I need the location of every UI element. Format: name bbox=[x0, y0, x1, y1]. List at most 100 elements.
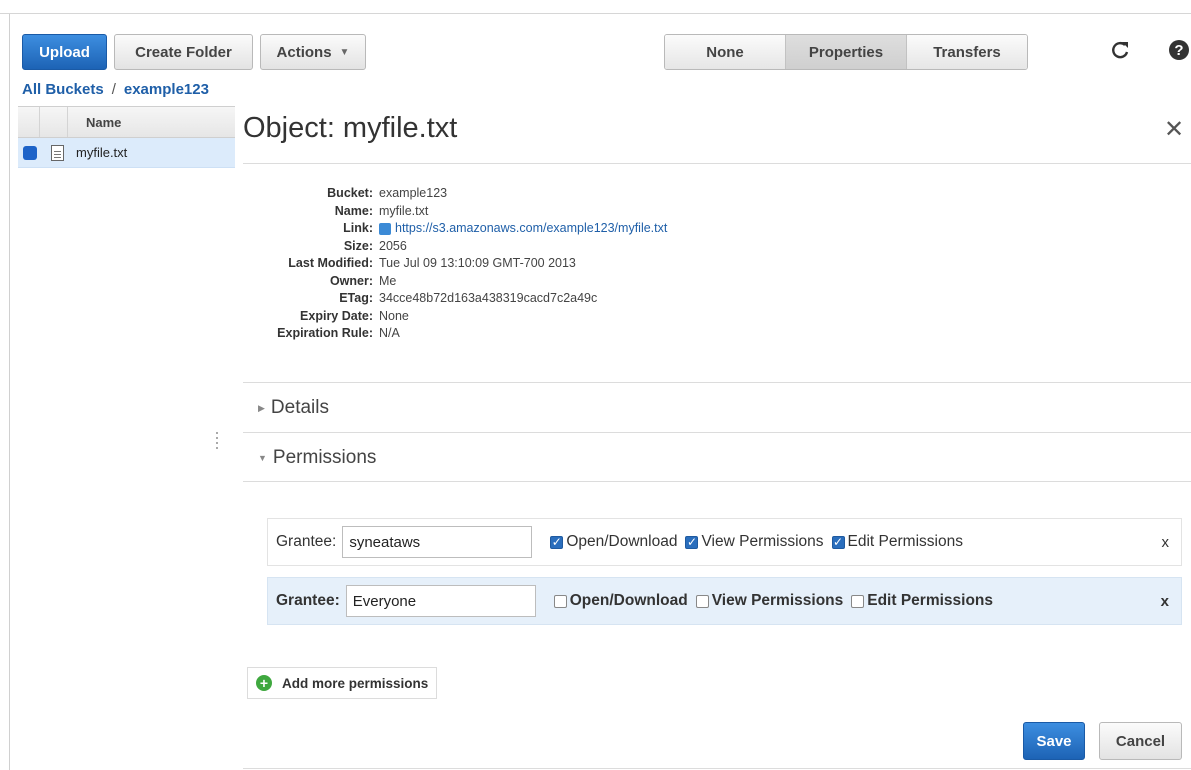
property-etag: ETag: 34cce48b72d163a438319cacd7c2a49c bbox=[243, 290, 667, 308]
file-list-panel: Name myfile.txt bbox=[18, 106, 235, 770]
object-link[interactable]: https://s3.amazonaws.com/example123/myfi… bbox=[379, 220, 667, 238]
checkbox-label: View Permissions bbox=[701, 533, 824, 550]
checkbox-label: Edit Permissions bbox=[867, 592, 994, 609]
property-size: Size: 2056 bbox=[243, 238, 667, 256]
permission-row: Grantee: Open/Download View Permissions … bbox=[267, 577, 1182, 625]
chevron-down-icon: ▼ bbox=[339, 46, 350, 58]
divider bbox=[243, 432, 1191, 433]
details-section-label: Details bbox=[270, 397, 329, 418]
grantee-label: Grantee: bbox=[276, 592, 340, 609]
checkbox-unchecked-icon bbox=[553, 594, 567, 608]
header-select-column bbox=[18, 107, 40, 137]
property-value: example123 bbox=[379, 186, 448, 200]
name-column-header[interactable]: Name bbox=[68, 115, 235, 130]
chevron-down-icon: ▼ bbox=[258, 453, 267, 463]
row-checkbox[interactable] bbox=[23, 145, 37, 160]
breadcrumb-bucket[interactable]: example123 bbox=[124, 81, 209, 98]
property-label: Name: bbox=[334, 203, 373, 218]
property-last-modified: Last Modified: Tue Jul 09 13:10:09 GMT-7… bbox=[243, 255, 667, 273]
property-label: Expiration Rule: bbox=[277, 326, 373, 340]
details-section-toggle[interactable]: ▶ Details bbox=[258, 397, 329, 419]
cancel-button[interactable]: Cancel bbox=[1099, 722, 1182, 760]
grantee-input[interactable] bbox=[342, 526, 533, 558]
refresh-icon[interactable] bbox=[1109, 39, 1131, 65]
remove-permission-button[interactable]: x bbox=[1161, 593, 1169, 610]
checkbox-checked-icon: ✓ bbox=[831, 535, 845, 549]
breadcrumb: All Buckets / example123 bbox=[22, 81, 209, 98]
list-item[interactable]: myfile.txt bbox=[18, 138, 235, 168]
property-label: Link: bbox=[343, 221, 373, 235]
checkbox-unchecked-icon bbox=[695, 594, 709, 608]
property-value: 34cce48b72d163a438319cacd7c2a49c bbox=[379, 291, 598, 305]
property-label: Expiry Date: bbox=[300, 308, 373, 323]
divider bbox=[243, 382, 1191, 383]
permission-row: Grantee: ✓ Open/Download ✓ View Permissi… bbox=[267, 518, 1182, 566]
property-label: ETag: bbox=[339, 291, 373, 305]
permissions-section-label: Permissions bbox=[272, 447, 377, 468]
checkbox-checked-icon: ✓ bbox=[685, 535, 699, 549]
checkbox-label: Open/Download bbox=[569, 592, 688, 609]
grantee-input[interactable] bbox=[345, 585, 536, 617]
divider bbox=[243, 481, 1191, 482]
close-icon[interactable]: ✕ bbox=[1164, 118, 1184, 142]
checkbox-label: View Permissions bbox=[711, 592, 844, 609]
window-left-border bbox=[9, 14, 10, 770]
chevron-right-icon: ▶ bbox=[258, 402, 265, 413]
breadcrumb-separator: / bbox=[111, 81, 116, 98]
checkbox-unchecked-icon bbox=[851, 594, 865, 608]
page-title: Object: myfile.txt bbox=[243, 112, 458, 144]
grantee-label: Grantee: bbox=[276, 533, 337, 550]
svg-text:?: ? bbox=[1174, 42, 1183, 59]
file-list-header: Name bbox=[18, 106, 235, 138]
window-top-border bbox=[0, 0, 1191, 14]
breadcrumb-all-buckets[interactable]: All Buckets bbox=[22, 81, 104, 98]
edit-permissions-checkbox[interactable]: Edit Permissions bbox=[851, 592, 993, 610]
open-download-checkbox[interactable]: ✓ Open/Download bbox=[550, 533, 677, 551]
permissions-section-toggle[interactable]: ▼ Permissions bbox=[258, 447, 376, 469]
panel-resize-handle[interactable] bbox=[216, 432, 219, 454]
actions-label: Actions bbox=[276, 43, 332, 61]
edit-permissions-checkbox[interactable]: ✓ Edit Permissions bbox=[831, 533, 963, 551]
property-value: myfile.txt bbox=[379, 203, 429, 218]
file-name: myfile.txt bbox=[76, 145, 128, 160]
object-properties: Bucket: example123 Name: myfile.txt Link… bbox=[243, 185, 667, 343]
object-link-text: https://s3.amazonaws.com/example123/myfi… bbox=[395, 221, 668, 235]
checkbox-label: Open/Download bbox=[566, 533, 678, 550]
tab-none[interactable]: None bbox=[665, 35, 785, 69]
checkbox-label: Edit Permissions bbox=[847, 533, 963, 550]
upload-button[interactable]: Upload bbox=[22, 34, 107, 70]
divider bbox=[243, 163, 1191, 164]
property-value: Me bbox=[379, 273, 397, 288]
property-link: Link: https://s3.amazonaws.com/example12… bbox=[243, 220, 667, 238]
property-expiry-date: Expiry Date: None bbox=[243, 308, 667, 326]
property-label: Owner: bbox=[329, 273, 373, 288]
property-value: None bbox=[379, 308, 409, 323]
property-value: 2056 bbox=[379, 238, 407, 253]
help-icon[interactable]: ? bbox=[1168, 39, 1190, 65]
external-link-icon bbox=[379, 222, 391, 235]
property-name: Name: myfile.txt bbox=[243, 203, 667, 221]
remove-permission-button[interactable]: x bbox=[1162, 534, 1170, 551]
add-more-permissions-button[interactable]: + Add more permissions bbox=[247, 667, 438, 699]
property-label: Size: bbox=[343, 238, 373, 253]
property-owner: Owner: Me bbox=[243, 273, 667, 291]
view-permissions-checkbox[interactable]: ✓ View Permissions bbox=[685, 533, 824, 551]
tab-properties[interactable]: Properties bbox=[785, 35, 906, 69]
checkbox-checked-icon: ✓ bbox=[550, 535, 564, 549]
save-button[interactable]: Save bbox=[1023, 722, 1085, 760]
property-label: Last Modified: bbox=[288, 256, 373, 270]
property-label: Bucket: bbox=[327, 186, 373, 200]
property-value: Tue Jul 09 13:10:09 GMT-700 2013 bbox=[379, 256, 576, 270]
divider bbox=[243, 768, 1191, 769]
add-more-permissions-label: Add more permissions bbox=[282, 675, 429, 691]
create-folder-button[interactable]: Create Folder bbox=[114, 34, 253, 70]
property-expiration-rule: Expiration Rule: N/A bbox=[243, 325, 667, 343]
text-file-icon bbox=[51, 144, 64, 161]
view-permissions-checkbox[interactable]: View Permissions bbox=[695, 592, 844, 610]
tab-transfers[interactable]: Transfers bbox=[906, 35, 1027, 69]
open-download-checkbox[interactable]: Open/Download bbox=[553, 592, 688, 610]
header-icon-column bbox=[40, 107, 68, 137]
property-value: N/A bbox=[379, 326, 400, 340]
add-icon: + bbox=[256, 675, 272, 691]
actions-dropdown-button[interactable]: Actions ▼ bbox=[260, 34, 366, 70]
